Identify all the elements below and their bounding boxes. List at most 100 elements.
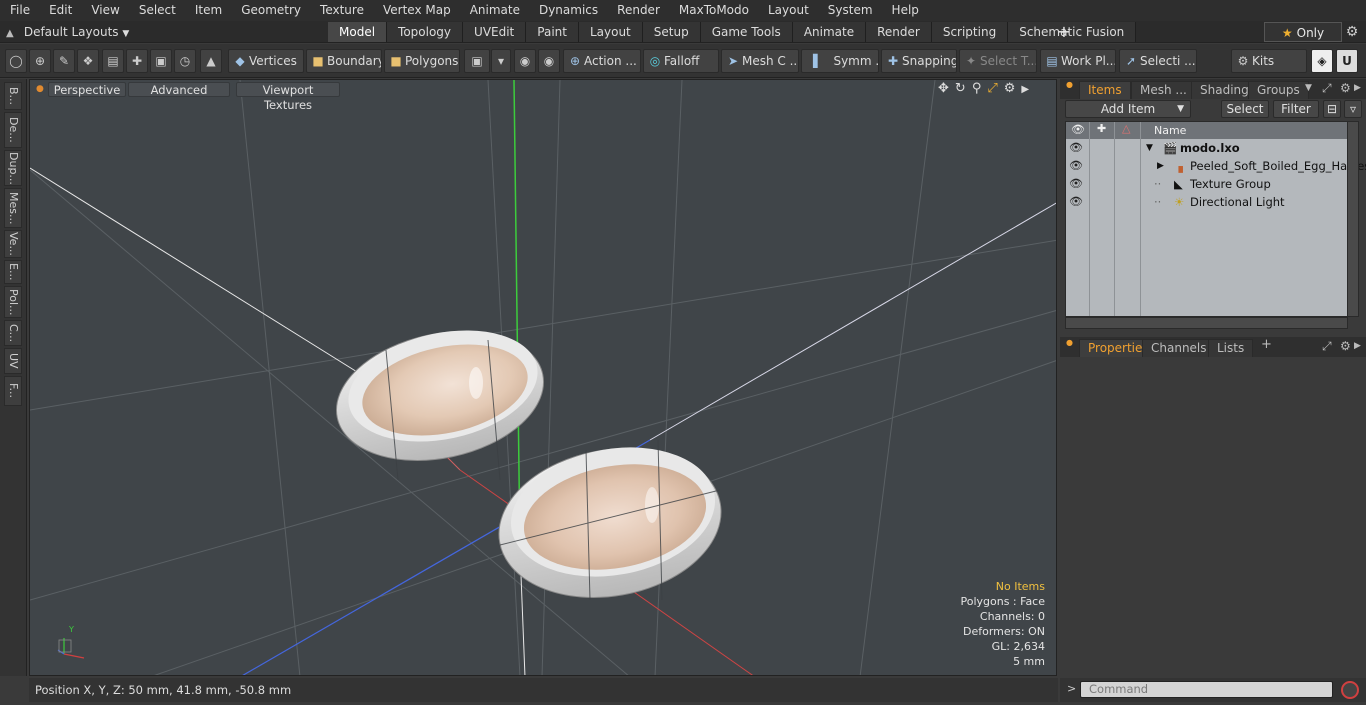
boundary-button[interactable]: ■ Boundary <box>306 49 382 73</box>
panel-arrow-icon[interactable]: ▶ <box>1354 83 1361 93</box>
tab-model[interactable]: Model <box>328 22 388 42</box>
eye-icon[interactable]: 👁 <box>1069 157 1083 175</box>
work-plane-button[interactable]: ▤ Work Pl... <box>1040 49 1116 73</box>
menu-file[interactable]: File <box>0 0 39 21</box>
select-through-button[interactable]: ✦ Select T... <box>959 49 1037 73</box>
menu-vertex-map[interactable]: Vertex Map <box>373 0 460 21</box>
select-button[interactable]: Select <box>1221 100 1269 118</box>
zoom-icon[interactable]: ⚲ <box>972 81 982 99</box>
perspective-button[interactable]: Perspective <box>48 82 126 97</box>
menu-texture[interactable]: Texture <box>310 0 373 21</box>
menu-dynamics[interactable]: Dynamics <box>529 0 607 21</box>
vtab-edge[interactable]: E... <box>4 260 22 284</box>
column-name-header[interactable]: Name <box>1154 124 1186 137</box>
tab-uvedit[interactable]: UVEdit <box>463 22 527 42</box>
falloff-button[interactable]: ◎ Falloff <box>643 49 719 73</box>
expand-right-icon[interactable]: ▶ <box>1157 157 1164 175</box>
rotate-icon[interactable]: ↻ <box>955 81 966 99</box>
brush-icon[interactable]: ❖ <box>77 49 99 73</box>
vtab-uv[interactable]: UV <box>4 348 22 374</box>
eye-icon[interactable]: 👁 <box>1069 139 1083 157</box>
viewport-textures-button[interactable]: Viewport Textures <box>236 82 340 112</box>
kits-button[interactable]: ⚙ Kits <box>1231 49 1307 73</box>
vtab-curve[interactable]: C... <box>4 320 22 346</box>
tab-layout[interactable]: Layout <box>578 22 643 42</box>
items-list[interactable]: 👁 ✚ △ Name 👁 ▼ 🎬 modo.lxo 👁 ▶ ▗ Peeled_S… <box>1065 121 1366 317</box>
align-icon[interactable]: ▤ <box>102 49 124 73</box>
tab-setup[interactable]: Setup <box>642 22 701 42</box>
tab-items[interactable]: Items <box>1079 81 1131 99</box>
globe-icon[interactable]: ⊕ <box>29 49 51 73</box>
items-horizontal-scrollbar[interactable] <box>1065 317 1348 329</box>
collapse-up-icon[interactable]: ▲ <box>6 23 20 45</box>
tab-channels[interactable]: Channels <box>1142 339 1216 357</box>
chevron-right-icon[interactable]: ▶ <box>1021 81 1029 99</box>
menu-select[interactable]: Select <box>129 0 185 21</box>
tab-render[interactable]: Render <box>866 22 932 42</box>
menu-animate[interactable]: Animate <box>460 0 529 21</box>
layout-dropdown[interactable]: ▲ Default Layouts ▼ <box>6 21 129 43</box>
eye-icon[interactable]: 👁 <box>1069 193 1083 211</box>
gear-icon[interactable]: ⚙ <box>1340 21 1364 43</box>
menu-render[interactable]: Render <box>607 0 669 21</box>
clock-icon[interactable]: ◷ <box>174 49 196 73</box>
tabs-dropdown-icon[interactable]: ▼ <box>1305 83 1312 93</box>
add-tab-button[interactable]: + <box>1057 21 1071 43</box>
tree-row-scene[interactable]: 👁 ▼ 🎬 modo.lxo <box>1066 139 1347 157</box>
collapse-icon[interactable]: ⊟ <box>1323 100 1341 118</box>
expand-down-icon[interactable]: ▼ <box>1146 139 1153 157</box>
expand-icon[interactable]: ⤢ <box>1322 81 1332 96</box>
tree-row-texture-group[interactable]: 👁 ·· ◣ Texture Group <box>1066 175 1347 193</box>
shield-icon[interactable]: ▲ <box>200 49 222 73</box>
transform-icon[interactable]: ✚ <box>126 49 148 73</box>
symmetry-button[interactable]: ▐ Symm ... <box>801 49 879 73</box>
funnel-icon[interactable]: ▿ <box>1344 100 1362 118</box>
action-center-button[interactable]: ⊕ Action ... <box>563 49 641 73</box>
vertices-button[interactable]: ◆ Vertices <box>228 49 304 73</box>
panel-gear-icon[interactable]: ⚙ <box>1340 81 1351 95</box>
selection-sets-button[interactable]: ➚ Selecti ... <box>1119 49 1197 73</box>
tree-row-mesh[interactable]: 👁 ▶ ▗ Peeled_Soft_Boiled_Egg_Halves <box>1066 157 1366 175</box>
snapping-button[interactable]: ✚ Snapping <box>881 49 957 73</box>
items-vertical-scrollbar[interactable] <box>1347 121 1359 317</box>
item-mode-icon[interactable]: ▣ <box>464 49 490 73</box>
expand-icon[interactable]: ⤢ <box>1322 339 1332 354</box>
vtab-mesh-edit[interactable]: Mes... <box>4 188 22 228</box>
tab-lists[interactable]: Lists <box>1208 339 1254 357</box>
pen-icon[interactable]: ✎ <box>53 49 75 73</box>
add-tab-icon[interactable]: + <box>1261 337 1272 352</box>
menu-system[interactable]: System <box>818 0 882 21</box>
tab-mesh[interactable]: Mesh ... <box>1131 81 1196 99</box>
tab-topology[interactable]: Topology <box>387 22 464 42</box>
filter-button[interactable]: Filter <box>1273 100 1319 118</box>
mesh-constraint-button[interactable]: ➤ Mesh C ... <box>721 49 799 73</box>
tab-paint[interactable]: Paint <box>526 22 579 42</box>
pan-icon[interactable]: ✥ <box>938 81 949 99</box>
chevron-down-icon[interactable]: ▾ <box>491 49 511 73</box>
viewport-gear-icon[interactable]: ⚙ <box>1004 81 1016 99</box>
maximize-icon[interactable]: ⤢ <box>987 81 997 99</box>
tab-game-tools[interactable]: Game Tools <box>700 22 793 42</box>
vtab-deform[interactable]: De... <box>4 112 22 148</box>
eye-icon[interactable]: 👁 <box>1069 175 1083 193</box>
menu-edit[interactable]: Edit <box>39 0 81 21</box>
command-input[interactable]: Command <box>1080 681 1333 698</box>
tab-schematic-fusion[interactable]: Schematic Fusion <box>1008 22 1137 42</box>
tab-scripting[interactable]: Scripting <box>931 22 1009 42</box>
frame-icon[interactable]: ▣ <box>150 49 172 73</box>
polygons-button[interactable]: ■ Polygons <box>384 49 460 73</box>
vtab-basic[interactable]: B... <box>4 82 22 110</box>
select-circle-icon[interactable]: ◯ <box>5 49 27 73</box>
vtab-fusion[interactable]: F... <box>4 376 22 406</box>
viewport-scene[interactable] <box>30 80 1057 676</box>
menu-geometry[interactable]: Geometry <box>231 0 310 21</box>
panel-arrow-icon[interactable]: ▶ <box>1354 341 1361 351</box>
vtab-vertex[interactable]: Ve... <box>4 230 22 258</box>
unity-icon[interactable]: ◈ <box>1311 49 1333 73</box>
vtab-duplicate[interactable]: Dup... <box>4 150 22 186</box>
menu-layout[interactable]: Layout <box>758 0 818 21</box>
unreal-icon[interactable]: U <box>1336 49 1358 73</box>
menu-maxtomodo[interactable]: MaxToModo <box>669 0 758 21</box>
only-toggle-button[interactable]: ★ Only <box>1264 22 1342 42</box>
record-icon[interactable] <box>1341 681 1359 699</box>
